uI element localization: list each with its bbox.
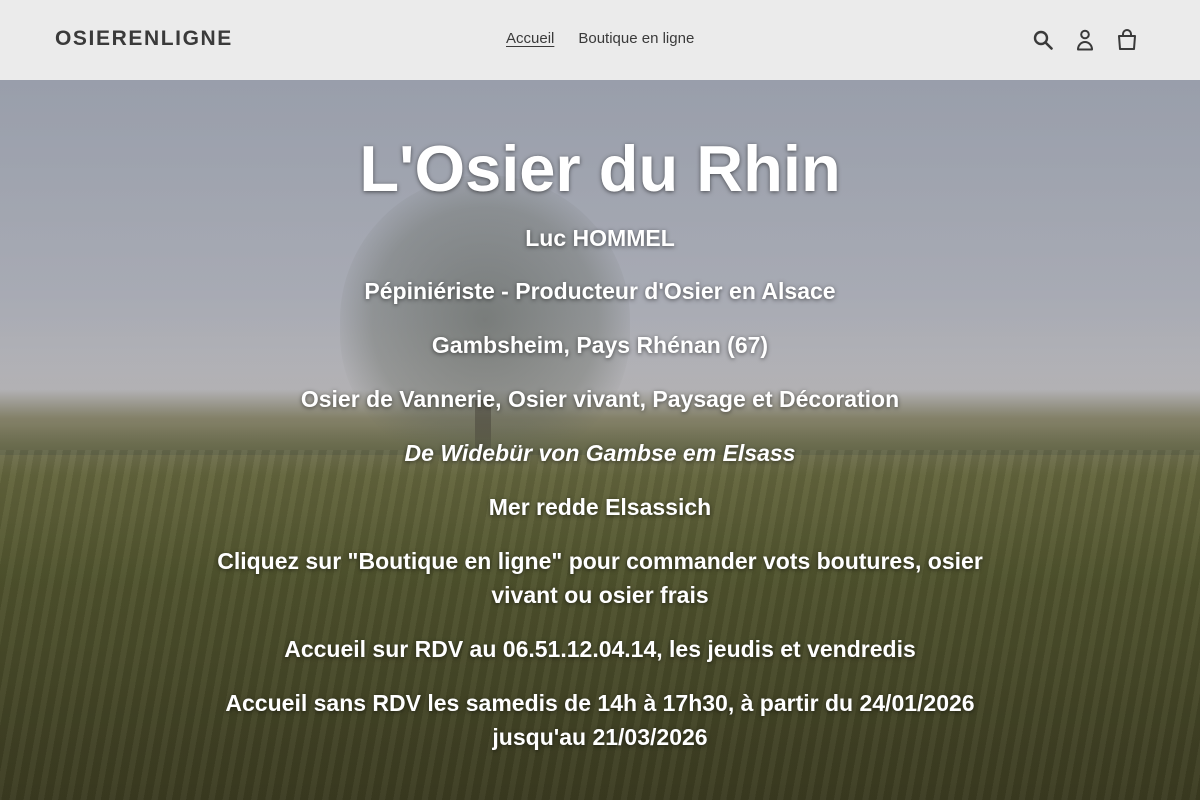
hero-opening-hours: Accueil sans RDV les samedis de 14h à 17… — [225, 690, 975, 750]
nav-link-accueil[interactable]: Accueil — [506, 30, 554, 47]
hero-profession: Pépiniériste - Producteur d'Osier en Als… — [364, 278, 836, 304]
hero-products: Osier de Vannerie, Osier vivant, Paysage… — [300, 386, 900, 412]
nav-link-boutique[interactable]: Boutique en ligne — [578, 30, 694, 47]
hero-owner: Luc HOMMEL — [525, 225, 675, 251]
header-icons — [1032, 27, 1138, 53]
main-nav: Accueil Boutique en ligne — [506, 30, 694, 47]
hero-location: Gambsheim, Pays Rhénan (67) — [431, 332, 769, 358]
site-logo[interactable]: OSIERENLIGNE — [55, 27, 233, 51]
hero-shop-instruction: Cliquez sur "Boutique en ligne" pour com… — [217, 548, 983, 608]
search-icon[interactable] — [1032, 27, 1054, 53]
hero-title: L'Osier du Rhin — [359, 132, 841, 205]
site-header: OSIERENLIGNE Accueil Boutique en ligne — [0, 0, 1200, 80]
hero-alsatian-tagline: De Widebür von Gambse em Elsass — [404, 440, 796, 466]
hero-content: L'Osier du Rhin Luc HOMMEL Pépiniériste … — [200, 136, 1000, 774]
hero-alsatian-speak: Mer redde Elsassich — [488, 494, 712, 520]
account-icon[interactable] — [1074, 27, 1096, 53]
hero-appointment: Accueil sur RDV au 06.51.12.04.14, les j… — [284, 636, 916, 662]
hero-banner: L'Osier du Rhin Luc HOMMEL Pépiniériste … — [0, 80, 1200, 800]
cart-icon[interactable] — [1116, 27, 1138, 53]
